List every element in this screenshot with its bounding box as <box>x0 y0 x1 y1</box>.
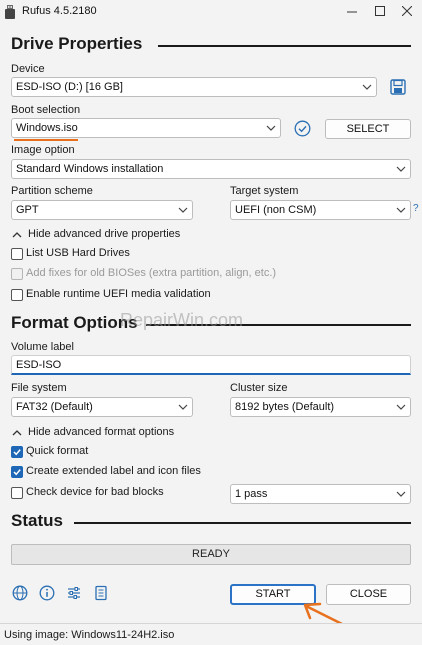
checkmark-icon <box>13 469 21 476</box>
device-dropdown[interactable]: ESD-ISO (D:) [16 GB] <box>11 77 377 97</box>
image-option-dropdown[interactable]: Standard Windows installation <box>11 159 411 179</box>
chevron-down-icon <box>396 207 406 213</box>
log-icon[interactable] <box>93 585 109 601</box>
chevron-down-icon <box>178 207 188 213</box>
cluster-size-label: Cluster size <box>230 382 288 394</box>
check-hash-icon[interactable] <box>294 120 311 137</box>
window-title: Rufus 4.5.2180 <box>22 5 97 17</box>
minimize-button[interactable] <box>342 3 362 21</box>
partition-scheme-label: Partition scheme <box>11 185 93 197</box>
cluster-size-dropdown[interactable]: 8192 bytes (Default) <box>230 397 411 417</box>
drive-advanced-toggle-label: Hide advanced drive properties <box>28 228 181 240</box>
close-icon <box>401 5 413 17</box>
checkmark-icon <box>13 449 21 456</box>
bad-blocks-checkbox[interactable] <box>11 487 23 499</box>
chevron-down-icon <box>178 404 188 410</box>
chevron-down-icon <box>362 84 372 90</box>
chevron-down-icon <box>266 125 276 131</box>
device-value: ESD-ISO (D:) [16 GB] <box>16 81 123 93</box>
boot-selection-dropdown[interactable]: Windows.iso <box>11 118 281 138</box>
file-system-dropdown[interactable]: FAT32 (Default) <box>11 397 193 417</box>
list-usb-label: List USB Hard Drives <box>26 247 130 259</box>
add-fixes-checkbox <box>11 268 23 280</box>
target-system-help[interactable]: ? <box>413 203 419 214</box>
section-divider <box>158 45 411 47</box>
volume-label-label: Volume label <box>11 341 74 353</box>
select-button[interactable]: SELECT <box>325 119 411 139</box>
status-bar-text: Using image: Windows11-24H2.iso <box>4 629 175 641</box>
volume-label-input[interactable]: ESD-ISO <box>11 355 411 375</box>
format-advanced-toggle-label: Hide advanced format options <box>28 426 175 438</box>
target-system-dropdown[interactable]: UEFI (non CSM) <box>230 200 411 220</box>
settings-icon[interactable] <box>66 585 82 601</box>
extended-label-checkbox[interactable] <box>11 466 23 478</box>
format-options-heading: Format Options <box>11 313 138 332</box>
title-bar: Rufus 4.5.2180 <box>0 0 422 26</box>
chevron-up-icon <box>12 430 22 436</box>
partition-scheme-value: GPT <box>16 204 39 216</box>
partition-scheme-dropdown[interactable]: GPT <box>11 200 193 220</box>
passes-dropdown[interactable]: 1 pass <box>230 484 411 504</box>
globe-icon[interactable] <box>12 585 28 601</box>
chevron-down-icon <box>396 404 406 410</box>
volume-label-value: ESD-ISO <box>16 359 62 371</box>
info-icon[interactable] <box>39 585 55 601</box>
enable-uefi-label: Enable runtime UEFI media validation <box>26 288 211 300</box>
chevron-down-icon <box>396 166 406 172</box>
boot-selection-label: Boot selection <box>11 104 81 116</box>
extended-label-label: Create extended label and icon files <box>26 465 201 477</box>
chevron-down-icon <box>396 491 406 497</box>
maximize-icon <box>375 6 385 16</box>
cluster-size-value: 8192 bytes (Default) <box>235 401 335 413</box>
watermark: RepairWin.com <box>120 310 244 330</box>
add-fixes-label: Add fixes for old BIOSes (extra partitio… <box>26 267 277 279</box>
list-usb-checkbox[interactable] <box>11 248 23 260</box>
usb-drive-icon <box>5 5 15 19</box>
passes-value: 1 pass <box>235 488 268 500</box>
boot-selection-highlight <box>14 139 78 141</box>
boot-selection-value: Windows.iso <box>16 122 78 134</box>
progress-bar: READY <box>11 544 411 565</box>
image-option-value: Standard Windows installation <box>16 163 164 175</box>
device-label: Device <box>11 63 45 75</box>
maximize-button[interactable] <box>370 3 390 21</box>
quick-format-label: Quick format <box>26 445 89 457</box>
status-heading: Status <box>11 511 63 530</box>
image-option-label: Image option <box>11 144 75 156</box>
section-divider <box>74 522 411 524</box>
save-icon[interactable] <box>390 79 406 95</box>
close-window-button[interactable] <box>397 3 417 21</box>
target-system-value: UEFI (non CSM) <box>235 204 317 216</box>
drive-properties-heading: Drive Properties <box>11 34 143 53</box>
target-system-label: Target system <box>230 185 299 197</box>
enable-uefi-checkbox[interactable] <box>11 289 23 301</box>
chevron-up-icon <box>12 232 22 238</box>
status-bar: Using image: Windows11-24H2.iso <box>0 623 422 645</box>
bad-blocks-label: Check device for bad blocks <box>26 486 164 498</box>
file-system-label: File system <box>11 382 67 394</box>
file-system-value: FAT32 (Default) <box>16 401 93 413</box>
quick-format-checkbox[interactable] <box>11 446 23 458</box>
minimize-icon <box>347 11 357 13</box>
